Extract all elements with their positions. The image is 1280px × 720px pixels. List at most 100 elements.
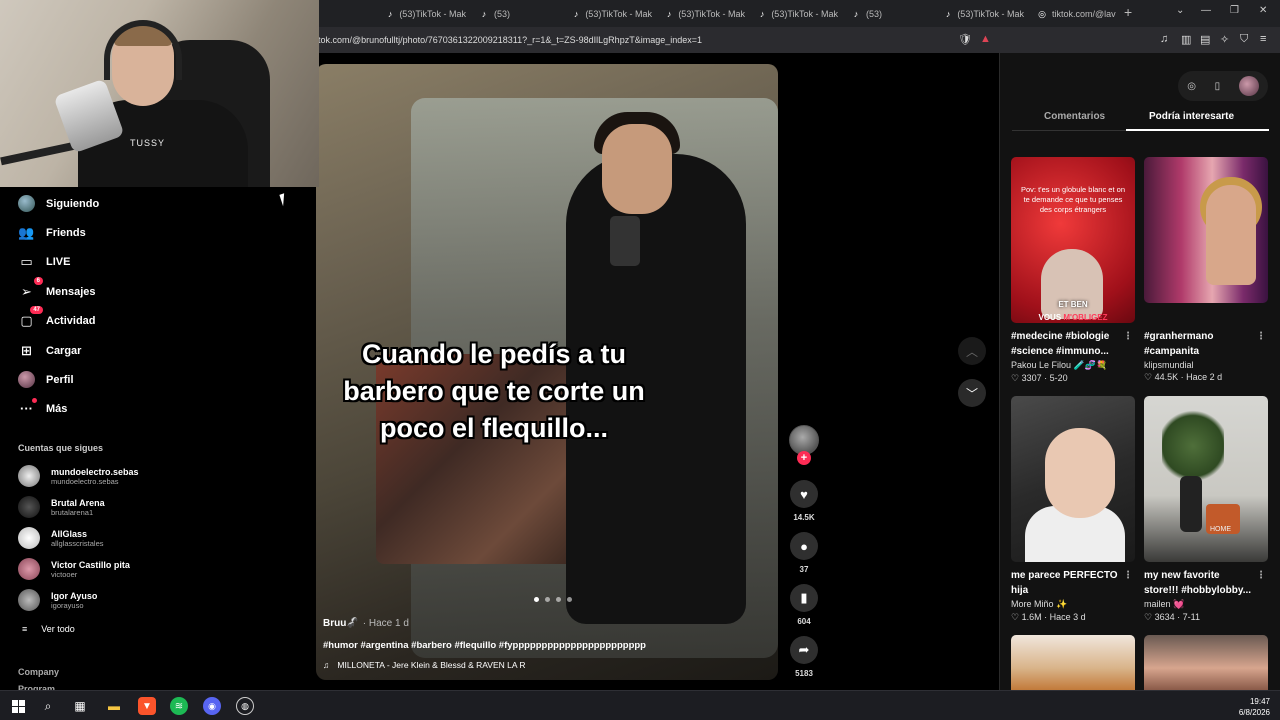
leo-ai-icon[interactable]: ✧ (1220, 33, 1229, 46)
video-author[interactable]: More Miño ✨ (1011, 599, 1135, 610)
tab-search-icon[interactable]: ⌄ (1176, 5, 1184, 16)
post-author[interactable]: Bruu🦨 · Hace 1 d (323, 618, 409, 629)
browser-tab[interactable]: ♪ (53)TikTok - Mak (944, 5, 1024, 23)
following-account[interactable]: Igor Ayuso igorayuso (18, 589, 97, 611)
browser-tab[interactable]: ♪ (53)TikTok - Mak (386, 5, 466, 23)
browser-tab[interactable]: ♪ (53)TikTok - Mak (758, 5, 838, 23)
maximize-icon[interactable]: ❐ (1230, 5, 1239, 16)
new-tab-icon[interactable]: + (1124, 4, 1132, 20)
footer-company-link[interactable]: Company (18, 667, 59, 677)
next-post-button[interactable]: ﹀ (958, 379, 986, 407)
video-thumbnail[interactable] (1011, 396, 1135, 562)
media-icon[interactable]: ♫ (1160, 33, 1168, 45)
sidebar-item-upload[interactable]: ⊞ Cargar (18, 342, 81, 359)
post-hashtags[interactable]: #humor #argentina #barbero #flequillo #f… (323, 640, 646, 651)
sidebar-item-activity[interactable]: ▢ 47 Actividad (18, 306, 96, 329)
search-icon[interactable]: ⌕ (39, 697, 57, 715)
author-name[interactable]: Bruu🦨 (323, 618, 359, 629)
save-button[interactable]: ▮ 604 (787, 584, 821, 626)
video-thumbnail[interactable] (1011, 635, 1135, 690)
sidebar-item-profile[interactable]: Perfil (18, 371, 74, 388)
video-thumbnail[interactable] (1144, 635, 1268, 690)
user-avatar[interactable] (1238, 76, 1259, 96)
sidebar-item-live[interactable]: ▭ LIVE (18, 253, 70, 270)
task-view-icon[interactable]: ▦ (71, 697, 89, 715)
photo-post[interactable]: Cuando le pedís a tu barbero que te cort… (316, 64, 778, 680)
video-title[interactable]: my new favorite store!!! #hobbylobby... ⋮ (1144, 568, 1268, 598)
comment-button[interactable]: ● 37 (787, 532, 821, 574)
follow-plus-icon[interactable]: + (797, 451, 811, 465)
see-all-button[interactable]: ≡ Ver todo (22, 624, 75, 634)
carousel-dot[interactable] (556, 597, 561, 602)
more-options-icon[interactable]: ⋮ (1256, 568, 1266, 583)
browser-tab[interactable]: ♪ (53)TikTok - Mak (665, 5, 745, 23)
suggested-video-card[interactable]: Pov: t'es un globule blanc et on te dema… (1011, 157, 1135, 384)
url-field[interactable]: tok.com/@brunofulltj/photo/7670361322009… (318, 35, 702, 45)
post-music[interactable]: ♫ MILLONETA - Jere Klein & Blessd & RAVEN… (323, 660, 526, 670)
close-icon[interactable]: ✕ (1259, 5, 1267, 16)
browser-tab[interactable]: ♪ (53)TikTok - Mak (572, 5, 652, 23)
following-account[interactable]: AllGlass allglasscristales (18, 527, 104, 549)
sidebar-item-messages[interactable]: ➢ 6 Mensajes (18, 277, 96, 300)
wallet-icon[interactable]: ▤ (1200, 33, 1210, 46)
video-likes: 1.6M (1021, 612, 1042, 622)
previous-post-button[interactable]: ︿ (958, 337, 986, 365)
video-thumbnail[interactable]: HOME (1144, 396, 1268, 562)
like-button[interactable]: ♥ 14.5K (787, 480, 821, 522)
more-options-icon[interactable]: ⋮ (1256, 329, 1266, 344)
thumbnail-baby (1045, 428, 1115, 518)
suggested-video-card[interactable]: #granhermano #campanita ⋮ klipsmundial ♡ … (1144, 157, 1268, 383)
browser-tab[interactable]: ◎ tiktok.com/@lav (1037, 5, 1117, 23)
more-options-icon[interactable]: ⋮ (1123, 568, 1133, 583)
sidebar-item-friends[interactable]: 👥 Friends (18, 224, 85, 241)
more-options-icon[interactable]: ⋮ (1123, 329, 1133, 344)
video-title[interactable]: #granhermano #campanita ⋮ (1144, 329, 1268, 359)
video-title-text: me parece PERFECTO hija (1011, 570, 1118, 596)
sidebar-item-label: Actividad (46, 314, 96, 327)
post-photo-phone (610, 216, 640, 266)
sidebar-toggle-icon[interactable]: ▥ (1181, 33, 1191, 46)
coins-icon[interactable]: ◎ (1187, 81, 1196, 92)
menu-icon[interactable]: ≡ (1260, 33, 1266, 45)
browser-tab[interactable]: ♪ (53) (479, 5, 559, 23)
account-handle: igorayuso (51, 600, 84, 610)
sidebar-item-following[interactable]: Siguiendo (18, 195, 99, 212)
share-icon: ➦ (790, 636, 818, 664)
vpn-icon[interactable]: ⛉ (1240, 33, 1248, 46)
brave-rewards-icon[interactable]: ▲ (980, 33, 991, 45)
suggested-video-card[interactable]: HOME my new favorite store!!! #hobbylobb… (1144, 396, 1268, 623)
device-icon[interactable]: ▯ (1215, 81, 1221, 92)
file-explorer-icon[interactable]: ▬ (105, 697, 123, 715)
share-button[interactable]: ➦ 5183 (787, 636, 821, 678)
start-button[interactable] (9, 697, 27, 715)
carousel-dot[interactable] (545, 597, 550, 602)
brave-shield-icon[interactable]: 🛡 (958, 33, 972, 46)
spotify-icon[interactable]: ≋ (170, 697, 188, 715)
suggested-video-card[interactable]: me parece PERFECTO hija ⋮ More Miño ✨ ♡ 1… (1011, 396, 1135, 623)
carousel-dot[interactable] (534, 597, 539, 602)
obs-icon[interactable]: ◍ (236, 697, 254, 715)
suggested-video-card[interactable] (1011, 635, 1135, 690)
brave-browser-icon[interactable]: ▼ (138, 697, 156, 715)
video-author[interactable]: Pakou Le Filou 🧪🧬💐 (1011, 360, 1135, 371)
image-carousel-dots[interactable] (534, 597, 572, 602)
suggested-video-card[interactable] (1144, 635, 1268, 690)
video-title[interactable]: me parece PERFECTO hija ⋮ (1011, 568, 1135, 598)
carousel-dot[interactable] (567, 597, 572, 602)
video-title[interactable]: #medecine #biologie #science #immuno... ⋮ (1011, 329, 1135, 359)
minimize-icon[interactable]: — (1201, 5, 1211, 16)
video-author[interactable]: klipsmundial (1144, 360, 1268, 370)
tab-comments[interactable]: Comentarios (1044, 111, 1105, 122)
sidebar-item-more[interactable]: ··· Más (18, 398, 67, 417)
following-account[interactable]: mundoelectro.sebas mundoelectro.sebas (18, 465, 139, 487)
video-thumbnail[interactable] (1144, 157, 1268, 303)
system-clock[interactable]: 19:47 6/8/2026 (1239, 696, 1270, 718)
video-author[interactable]: mailen 💓 (1144, 599, 1268, 610)
following-account[interactable]: Brutal Arena brutalarena1 (18, 496, 105, 518)
music-title[interactable]: MILLONETA - Jere Klein & Blessd & RAVEN … (337, 660, 525, 670)
tab-suggested[interactable]: Podría interesarte (1149, 111, 1234, 122)
following-account[interactable]: Victor Castillo pita victooer (18, 558, 130, 580)
video-thumbnail[interactable]: Pov: t'es un globule blanc et on te dema… (1011, 157, 1135, 323)
browser-tab[interactable]: ♪ (53) (851, 5, 931, 23)
discord-icon[interactable]: ◉ (203, 697, 221, 715)
